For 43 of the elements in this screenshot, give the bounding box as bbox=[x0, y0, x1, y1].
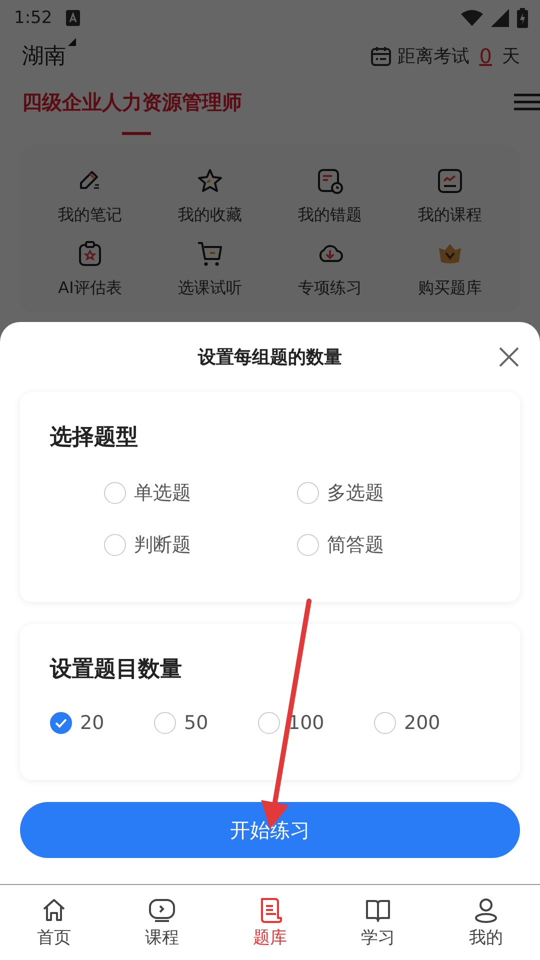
play-screen-icon bbox=[147, 896, 177, 924]
checked-radio[interactable] bbox=[50, 712, 72, 734]
count-option[interactable]: 50 bbox=[154, 712, 258, 734]
radio-button[interactable] bbox=[104, 534, 126, 556]
cart-icon[interactable] bbox=[196, 240, 224, 268]
count-option[interactable]: 200 bbox=[374, 712, 478, 734]
notification-icon bbox=[66, 10, 80, 26]
type-option[interactable]: 简答题 bbox=[297, 532, 490, 558]
nav-tab[interactable]: 题库 bbox=[216, 885, 324, 960]
radio-button[interactable] bbox=[297, 534, 319, 556]
countdown-label: 距离考试 bbox=[397, 45, 470, 68]
nav-tab[interactable]: 课程 bbox=[108, 885, 216, 960]
nav-tab[interactable]: 我的 bbox=[432, 885, 540, 960]
card-title: 设置题目数量 bbox=[50, 656, 183, 684]
dropdown-corner-icon bbox=[68, 38, 76, 46]
type-option[interactable]: 多选题 bbox=[297, 480, 490, 506]
radio-button[interactable] bbox=[104, 482, 126, 504]
card-title: 选择题型 bbox=[50, 424, 139, 452]
calendar-icon bbox=[371, 46, 392, 66]
star-icon[interactable] bbox=[196, 167, 224, 195]
checkmark-icon bbox=[55, 718, 67, 728]
signal-icon bbox=[491, 9, 509, 27]
nav-tab[interactable]: 首页 bbox=[0, 885, 108, 960]
count-option[interactable]: 100 bbox=[258, 712, 374, 734]
type-option[interactable]: 单选题 bbox=[104, 480, 297, 506]
nav-tab[interactable]: 学习 bbox=[324, 885, 432, 960]
count-option[interactable]: 20 bbox=[50, 712, 154, 734]
chart-frame-icon[interactable] bbox=[436, 167, 464, 195]
type-option[interactable]: 判断题 bbox=[104, 532, 297, 558]
radio-button[interactable] bbox=[258, 712, 280, 734]
status-time: 1:52 bbox=[14, 8, 52, 28]
countdown-days: 0 bbox=[479, 44, 492, 68]
menu-icon[interactable] bbox=[514, 93, 540, 111]
close-icon[interactable] bbox=[498, 346, 520, 368]
clipboard-star-icon[interactable] bbox=[76, 240, 104, 268]
wifi-icon bbox=[461, 10, 483, 26]
radio-button[interactable] bbox=[297, 482, 319, 504]
document-clock-icon[interactable] bbox=[316, 167, 344, 195]
sheet-title: 设置每组题的数量 bbox=[198, 346, 342, 369]
battery-icon bbox=[517, 8, 528, 28]
radio-button[interactable] bbox=[374, 712, 396, 734]
radio-button[interactable] bbox=[154, 712, 176, 734]
countdown-unit: 天 bbox=[502, 45, 520, 68]
